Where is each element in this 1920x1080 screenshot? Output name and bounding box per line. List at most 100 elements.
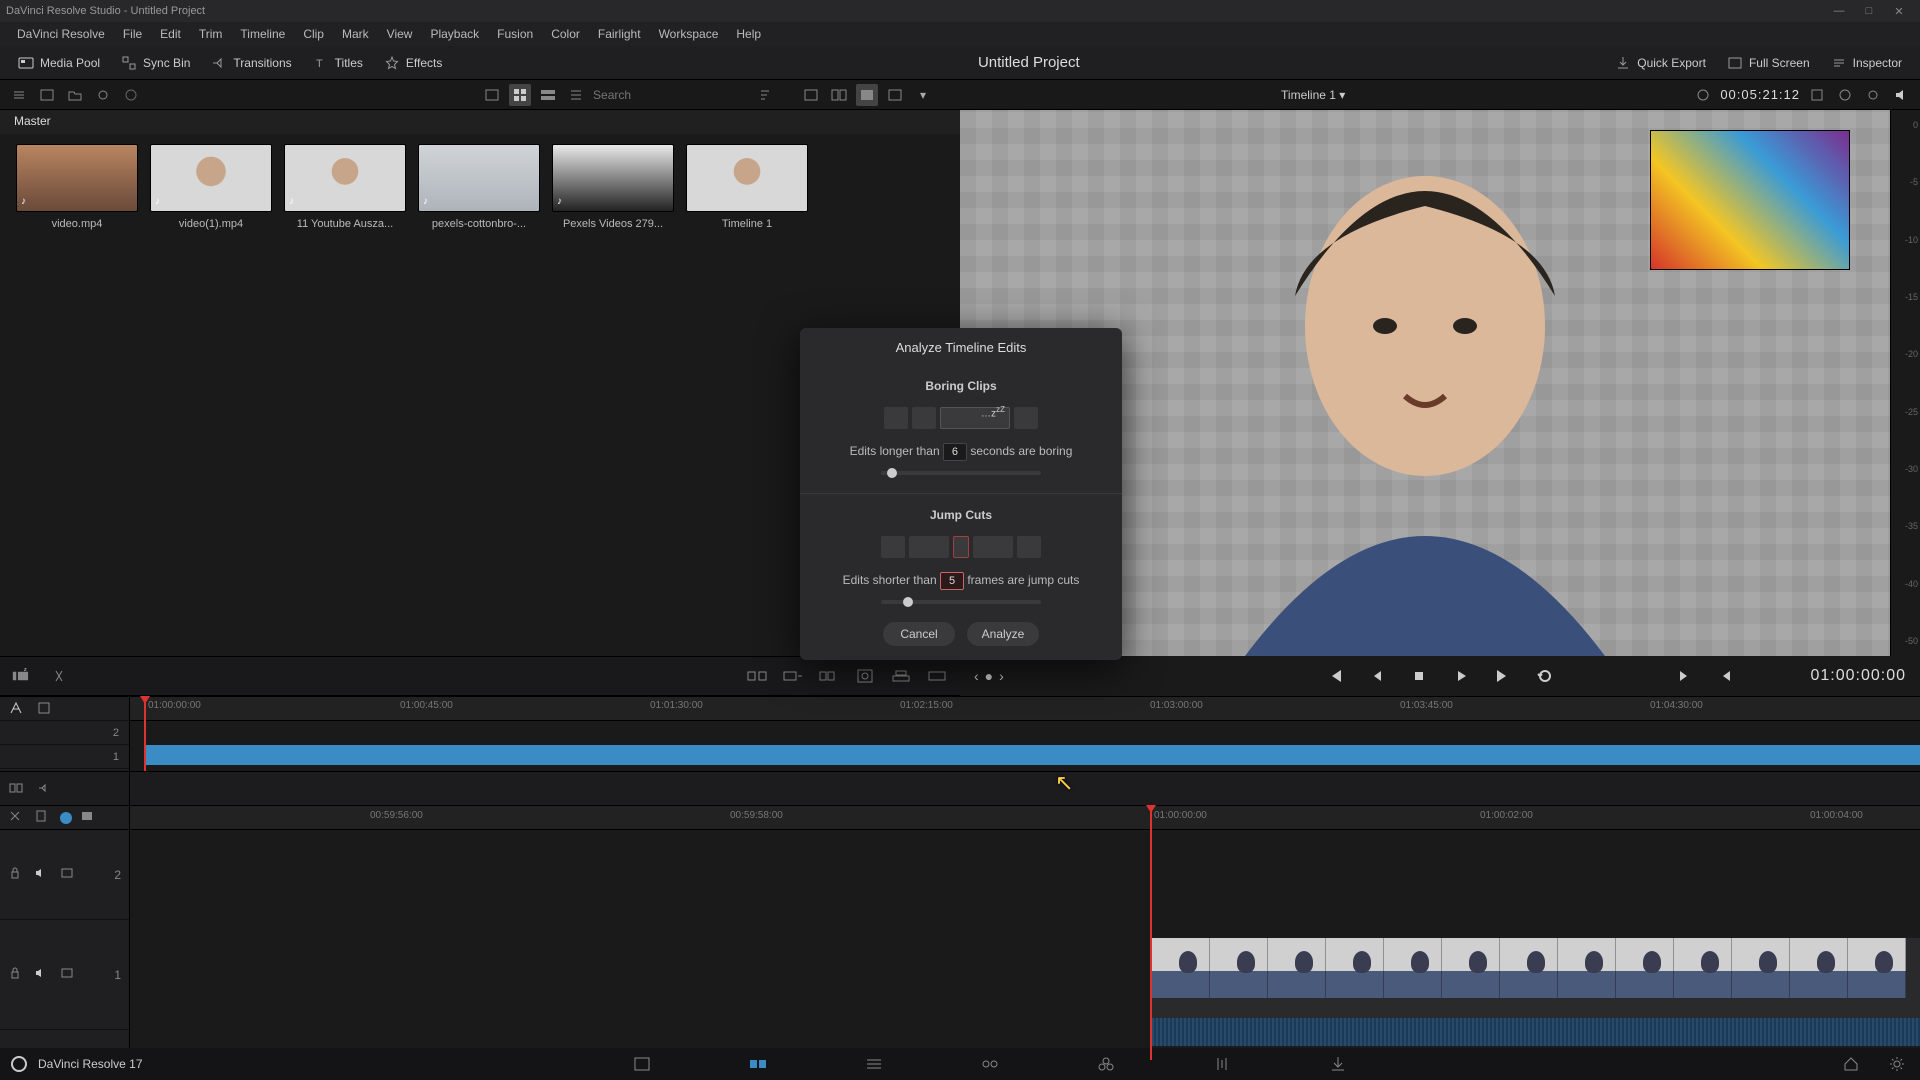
next-edit-icon[interactable]: › xyxy=(999,668,1004,684)
go-first-icon[interactable] xyxy=(1321,662,1349,690)
speaker-icon[interactable] xyxy=(1890,84,1912,106)
window-close-button[interactable]: ✕ xyxy=(1884,0,1914,22)
strip-view-icon[interactable] xyxy=(537,84,559,106)
menu-clip[interactable]: Clip xyxy=(294,27,333,41)
cut-page-tab[interactable] xyxy=(745,1051,771,1077)
clip-item[interactable]: Timeline 1 xyxy=(686,144,808,230)
big-playhead[interactable] xyxy=(1150,806,1152,1060)
track-lock-icon[interactable] xyxy=(8,866,26,884)
marker-icon[interactable] xyxy=(34,809,52,827)
video-enable-icon[interactable] xyxy=(60,966,78,984)
fusion-page-tab[interactable] xyxy=(977,1051,1003,1077)
append-icon[interactable] xyxy=(782,665,804,687)
menu-edit[interactable]: Edit xyxy=(151,27,190,41)
split-icon[interactable] xyxy=(48,665,70,687)
boring-detector-icon[interactable]: z xyxy=(12,665,34,687)
single-viewer-icon[interactable] xyxy=(856,84,878,106)
menu-playback[interactable]: Playback xyxy=(421,27,488,41)
menu-file[interactable]: File xyxy=(114,27,151,41)
menu-view[interactable]: View xyxy=(378,27,422,41)
menu-mark[interactable]: Mark xyxy=(333,27,378,41)
menu-workspace[interactable]: Workspace xyxy=(650,27,728,41)
boring-seconds-input[interactable] xyxy=(943,443,967,461)
sync-icon[interactable] xyxy=(92,84,114,106)
track-sync-lock-icon[interactable] xyxy=(8,780,26,798)
menu-color[interactable]: Color xyxy=(542,27,589,41)
speaker-mute-icon[interactable] xyxy=(34,866,52,884)
mediapool-toggle[interactable]: Media Pool xyxy=(10,51,108,75)
jump-frames-input[interactable] xyxy=(940,572,964,590)
jump-slider[interactable] xyxy=(881,600,1041,604)
menu-fusion[interactable]: Fusion xyxy=(488,27,542,41)
metadata-view-icon[interactable] xyxy=(481,84,503,106)
upper-timeline[interactable]: 2 1 01:00:00:00 01:00:45:00 01:01:30:00 … xyxy=(0,696,1920,772)
video-clip[interactable] xyxy=(1152,938,1920,1018)
bin-list-dropdown[interactable] xyxy=(8,84,30,106)
video-only-icon[interactable] xyxy=(80,809,98,827)
smart-insert-icon[interactable] xyxy=(746,665,768,687)
analyze-button[interactable]: Analyze xyxy=(967,622,1039,646)
loop-icon[interactable] xyxy=(1531,662,1559,690)
fullscreen-button[interactable]: Full Screen xyxy=(1719,51,1818,75)
deliver-page-tab[interactable] xyxy=(1325,1051,1351,1077)
clip-item[interactable]: ♪pexels-cottonbro-... xyxy=(418,144,540,230)
fairlight-page-tab[interactable] xyxy=(1209,1051,1235,1077)
syncbin-toggle[interactable]: Sync Bin xyxy=(113,51,198,75)
bin-name[interactable]: Master xyxy=(0,110,960,134)
record-icon[interactable] xyxy=(1692,84,1714,106)
menu-help[interactable]: Help xyxy=(727,27,770,41)
quickexport-button[interactable]: Quick Export xyxy=(1607,51,1714,75)
menu-timeline[interactable]: Timeline xyxy=(231,27,294,41)
source-viewer-icon[interactable] xyxy=(800,84,822,106)
clip-item[interactable]: ♪video(1).mp4 xyxy=(150,144,272,230)
refresh-icon[interactable] xyxy=(1862,84,1884,106)
step-fwd-icon[interactable] xyxy=(1670,662,1698,690)
speaker-mute-icon[interactable] xyxy=(34,966,52,984)
audio-waveform[interactable] xyxy=(1152,1018,1920,1046)
viewer-option-icon[interactable] xyxy=(1806,84,1828,106)
color-tag-icon[interactable] xyxy=(120,84,142,106)
track-v2-label[interactable]: 2 xyxy=(114,868,121,882)
timeline-dropdown[interactable]: Timeline 1 ▾ xyxy=(1273,88,1353,102)
import-media-icon[interactable] xyxy=(36,84,58,106)
lower-timeline[interactable]: 2 1 00:59:56:00 00:59:58:00 01:00:00:00 … xyxy=(0,806,1920,1060)
import-folder-icon[interactable] xyxy=(64,84,86,106)
mini-track-2-label[interactable]: 2 xyxy=(0,721,129,744)
mini-clip-bar[interactable] xyxy=(144,745,1920,765)
prev-edit-icon[interactable]: ‹ xyxy=(974,668,979,684)
source-overwrite-icon[interactable] xyxy=(926,665,948,687)
track-audio-sync-icon[interactable] xyxy=(36,780,54,798)
step-back-icon[interactable] xyxy=(1363,662,1391,690)
titles-toggle[interactable]: T Titles xyxy=(305,51,371,75)
dual-viewer-icon[interactable] xyxy=(828,84,850,106)
window-maximize-button[interactable]: □ xyxy=(1854,0,1884,22)
timeline-mode-b-icon[interactable] xyxy=(36,700,54,718)
mini-ruler[interactable]: 01:00:00:00 01:00:45:00 01:01:30:00 01:0… xyxy=(130,697,1920,721)
cancel-button[interactable]: Cancel xyxy=(883,622,955,646)
sort-icon[interactable] xyxy=(754,84,776,106)
stop-icon[interactable] xyxy=(1405,662,1433,690)
closeup-icon[interactable] xyxy=(854,665,876,687)
thumbnail-view-icon[interactable] xyxy=(509,84,531,106)
clip-item[interactable]: ♪video.mp4 xyxy=(16,144,138,230)
menu-davinci[interactable]: DaVinci Resolve xyxy=(8,27,114,41)
safe-area-icon[interactable] xyxy=(884,84,906,106)
play-icon[interactable] xyxy=(1447,662,1475,690)
home-icon[interactable] xyxy=(1838,1051,1864,1077)
transitions-toggle[interactable]: Transitions xyxy=(203,51,299,75)
clip-item[interactable]: ♪Pexels Videos 279... xyxy=(552,144,674,230)
menu-trim[interactable]: Trim xyxy=(190,27,232,41)
current-edit-icon[interactable]: ● xyxy=(985,668,993,684)
step-fwd2-icon[interactable] xyxy=(1712,662,1740,690)
inspector-toggle[interactable]: Inspector xyxy=(1823,51,1910,75)
media-page-tab[interactable] xyxy=(629,1051,655,1077)
menu-fairlight[interactable]: Fairlight xyxy=(589,27,650,41)
mini-playhead[interactable] xyxy=(144,697,146,771)
mini-track-1-label[interactable]: 1 xyxy=(0,745,129,768)
big-ruler[interactable]: 00:59:56:00 00:59:58:00 01:00:00:00 01:0… xyxy=(130,806,1920,830)
flag-icon[interactable] xyxy=(60,812,72,824)
effects-toggle[interactable]: Effects xyxy=(376,51,450,75)
search-input[interactable] xyxy=(593,85,748,105)
list-view-icon[interactable] xyxy=(565,84,587,106)
track-v1-label[interactable]: 1 xyxy=(114,968,121,982)
